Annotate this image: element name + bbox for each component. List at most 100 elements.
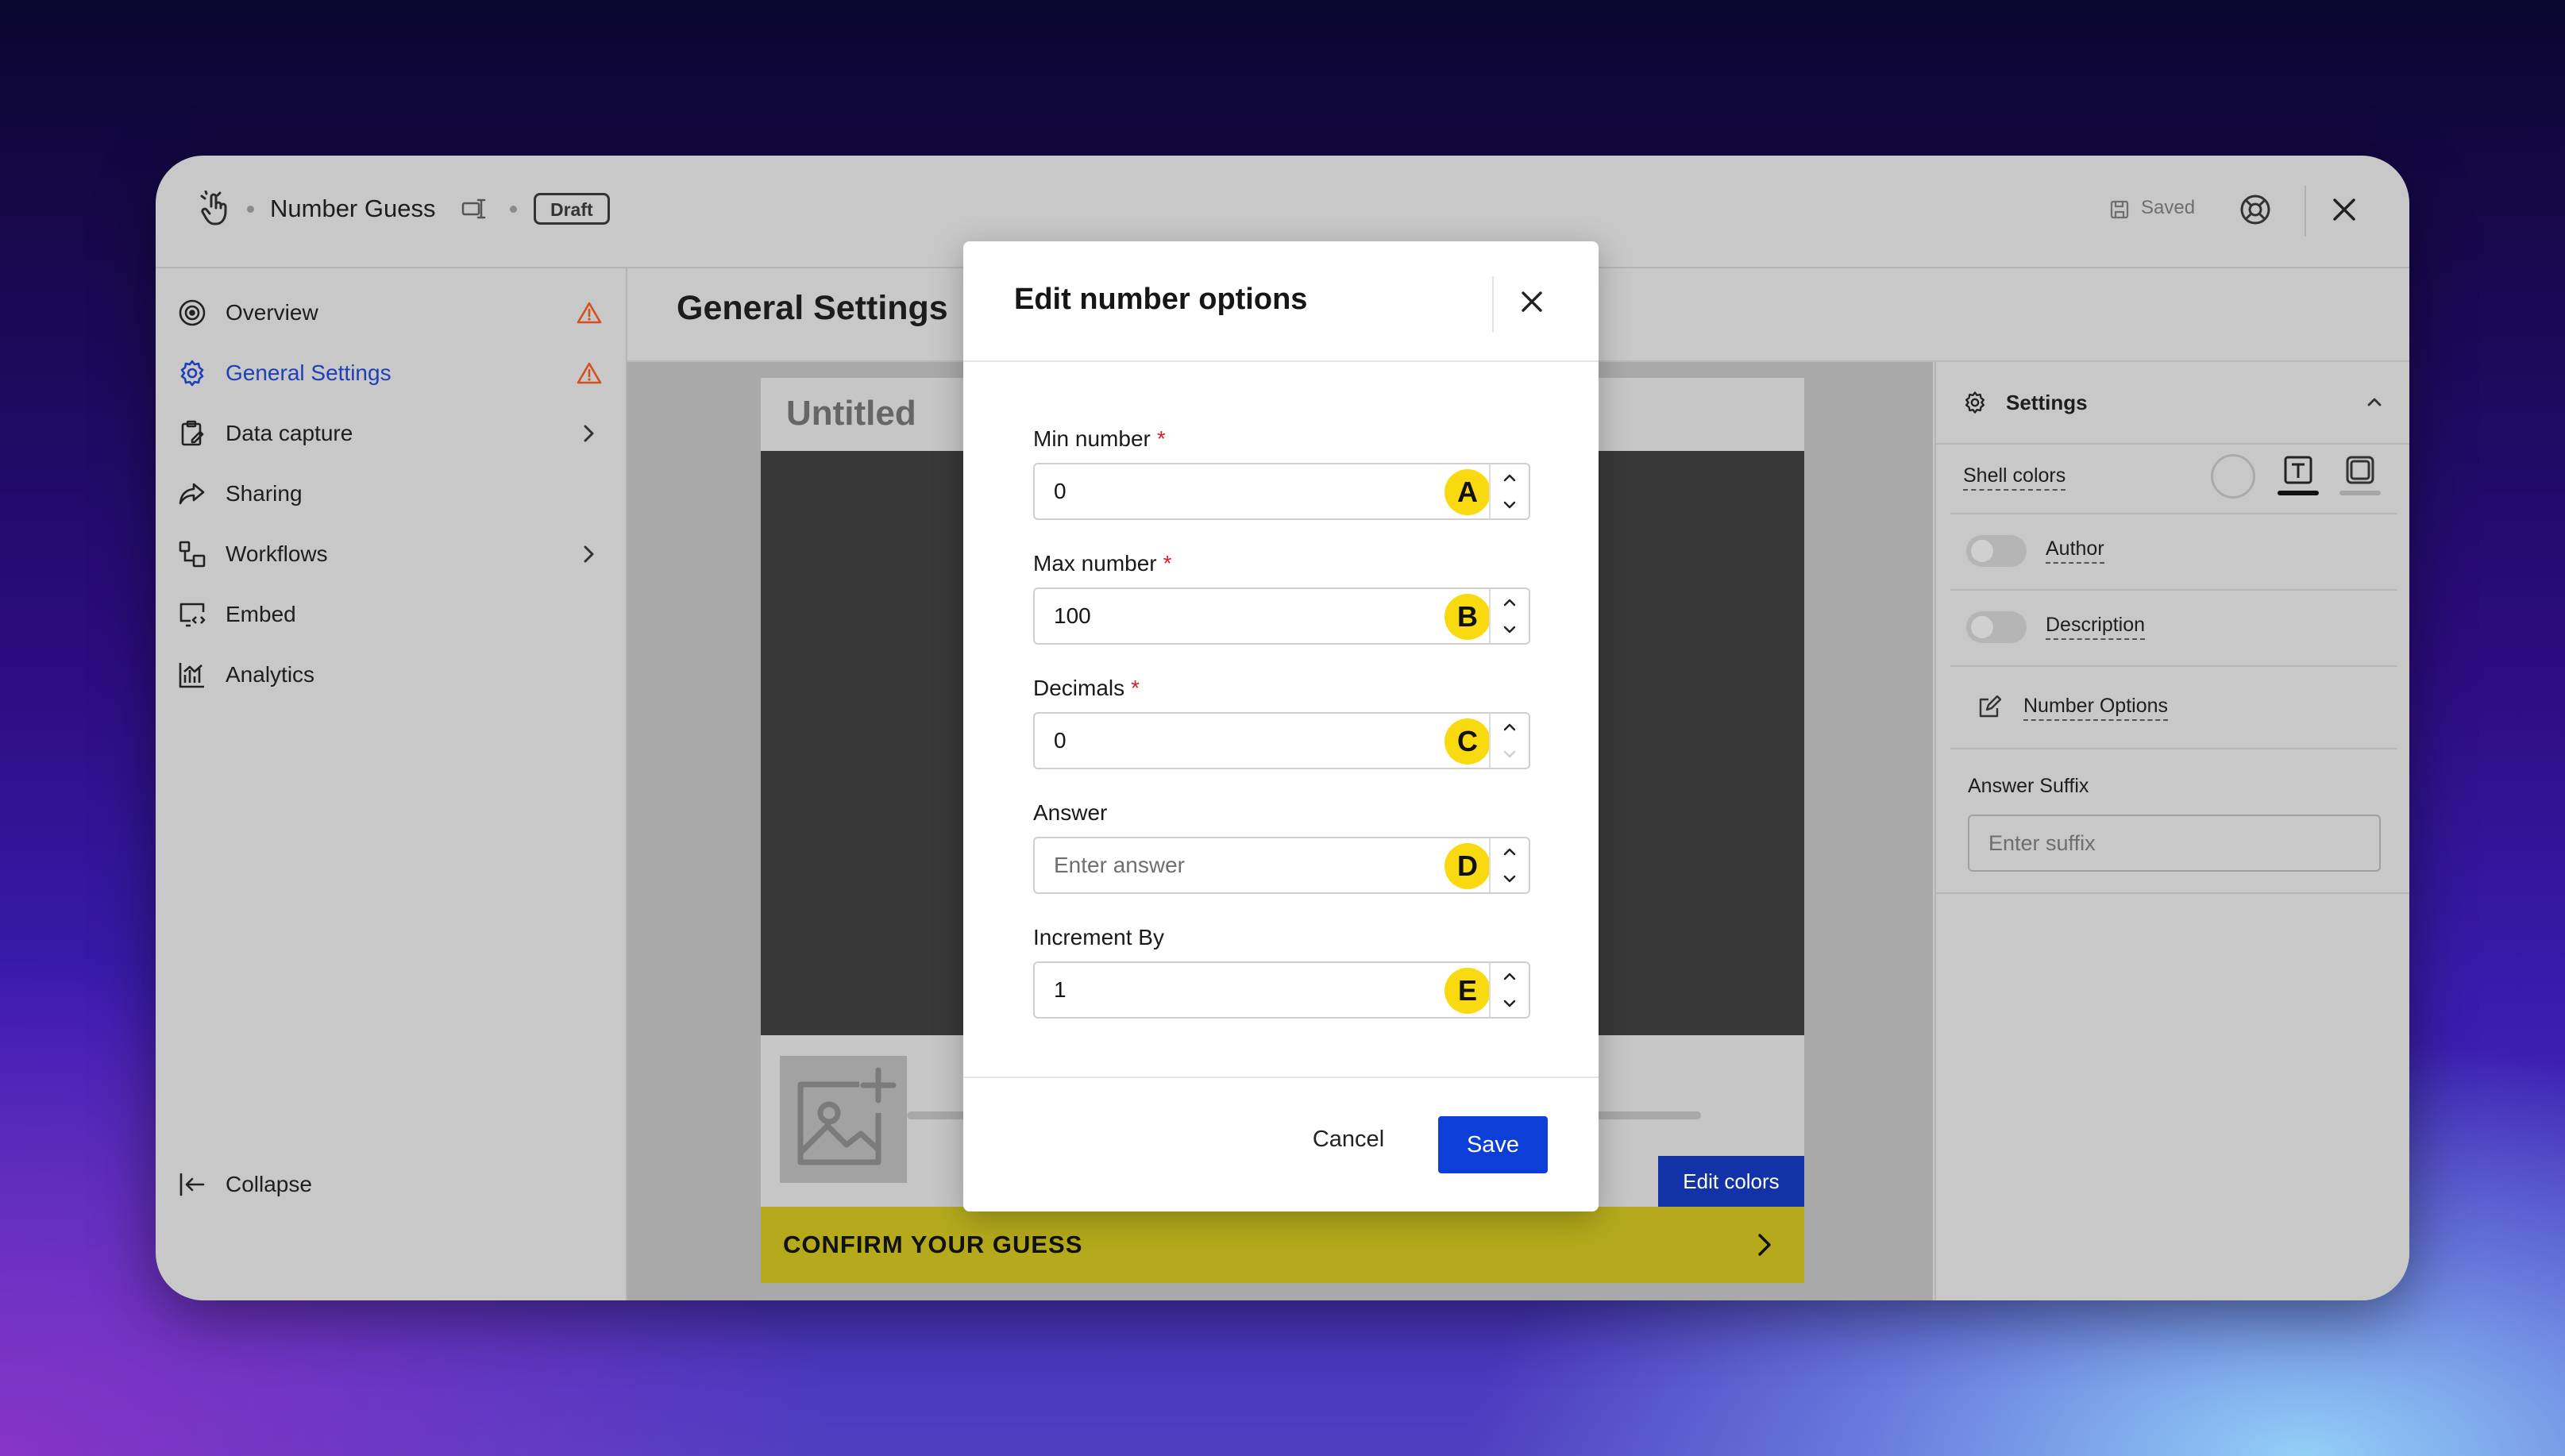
text-color-icon[interactable] [2278, 453, 2319, 497]
chevron-down-icon[interactable] [1491, 616, 1529, 643]
callout-badge: D [1444, 843, 1491, 889]
stepper [1489, 714, 1529, 768]
author-label: Author [2046, 537, 2104, 564]
stepper [1489, 464, 1529, 518]
settings-panel: Settings Shell colors Author Description… [1934, 362, 2409, 1300]
dialog-divider [963, 360, 1599, 362]
sidebar-item-data-capture[interactable]: Data capture [176, 410, 605, 457]
save-button[interactable]: Save [1438, 1116, 1548, 1173]
chevron-up-icon[interactable] [1491, 714, 1529, 741]
preview-title: Untitled [786, 394, 916, 433]
field-label-text: Min number [1033, 426, 1151, 451]
sidebar-item-embed[interactable]: Embed [176, 591, 605, 638]
increment-by-input[interactable] [1054, 977, 1403, 1003]
decimals-label: Decimals * [1033, 676, 1140, 701]
saved-status: Saved [2141, 197, 2196, 218]
callout-badge: C [1444, 718, 1491, 765]
cancel-button[interactable]: Cancel [1289, 1111, 1408, 1168]
chevron-down-icon[interactable] [1491, 990, 1529, 1017]
confirm-guess-button[interactable]: CONFIRM YOUR GUESS [761, 1207, 1804, 1283]
share-icon [176, 478, 208, 510]
answer-suffix-label: Answer Suffix [1968, 775, 2089, 797]
sidebar-item-label: Sharing [226, 481, 303, 506]
chevron-right-icon [573, 538, 605, 570]
settings-header: Settings [2006, 391, 2088, 414]
author-toggle[interactable] [1966, 535, 2027, 567]
separator-dot [510, 206, 517, 213]
decimals-input[interactable] [1054, 728, 1403, 753]
max-number-input[interactable] [1054, 603, 1403, 629]
number-options-label[interactable]: Number Options [2023, 694, 2169, 721]
description-toggle[interactable] [1966, 611, 2027, 643]
sidebar-item-label: General Settings [226, 360, 392, 385]
panel-divider [1950, 748, 2397, 749]
required-marker: * [1163, 551, 1172, 576]
collapse-label: Collapse [226, 1172, 312, 1196]
sidebar-item-label: Embed [226, 602, 296, 626]
decimals-field[interactable]: C [1033, 712, 1530, 769]
help-icon[interactable] [2238, 192, 2273, 227]
sidebar-item-label: Analytics [226, 662, 315, 687]
embed-icon [176, 599, 208, 630]
chevron-up-icon[interactable] [1491, 963, 1529, 990]
close-icon[interactable] [1516, 286, 1548, 318]
field-label-text: Decimals [1033, 676, 1125, 700]
min-number-field[interactable]: A [1033, 463, 1530, 520]
max-number-label: Max number * [1033, 551, 1172, 576]
required-marker: * [1131, 676, 1140, 700]
answer-input[interactable] [1054, 853, 1403, 878]
background-color-icon[interactable] [2339, 453, 2381, 497]
panel-divider [1950, 665, 2397, 667]
save-status-icon [2109, 199, 2130, 220]
sidebar: Overview General Settings Data capture S… [156, 267, 627, 1300]
stepper [1489, 838, 1529, 892]
chevron-down-icon[interactable] [1491, 865, 1529, 892]
chevron-up-icon[interactable] [1491, 589, 1529, 616]
clipboard-icon [176, 418, 208, 449]
required-marker: * [1156, 426, 1166, 451]
gear-icon [176, 357, 208, 389]
chevron-right-icon [1753, 1229, 1776, 1261]
separator-dot [247, 206, 254, 213]
sidebar-item-label: Workflows [226, 541, 328, 566]
workflow-icon [176, 538, 208, 570]
toolbar-divider [2305, 186, 2306, 237]
sidebar-item-overview[interactable]: Overview [176, 289, 605, 337]
field-label-text: Answer [1033, 800, 1108, 825]
chevron-down-icon[interactable] [1491, 491, 1529, 518]
sidebar-item-label: Data capture [226, 421, 353, 445]
answer-field[interactable]: D [1033, 837, 1530, 894]
chevron-up-icon[interactable] [1491, 838, 1529, 865]
sidebar-item-workflows[interactable]: Workflows [176, 530, 605, 578]
rename-icon[interactable] [461, 197, 488, 221]
sidebar-item-general-settings[interactable]: General Settings [176, 349, 605, 397]
increment-by-field[interactable]: E [1033, 961, 1530, 1019]
color-swatch[interactable] [2211, 454, 2255, 499]
add-image-icon[interactable] [780, 1056, 907, 1183]
close-icon[interactable] [2328, 194, 2360, 225]
sidebar-item-analytics[interactable]: Analytics [176, 651, 605, 699]
warning-icon [573, 357, 605, 389]
target-icon [176, 297, 208, 329]
page-title: General Settings [677, 289, 948, 327]
stepper [1489, 963, 1529, 1017]
shell-colors-label: Shell colors [1963, 464, 2066, 491]
edit-pencil-icon[interactable] [1977, 695, 2002, 719]
collapse-left-icon [176, 1169, 208, 1200]
panel-divider [1936, 892, 2409, 894]
max-number-field[interactable]: B [1033, 587, 1530, 645]
chevron-up-icon[interactable] [1491, 464, 1529, 491]
edit-colors-button[interactable]: Edit colors [1658, 1156, 1804, 1207]
min-number-input[interactable] [1054, 479, 1403, 504]
confirm-label: CONFIRM YOUR GUESS [783, 1231, 1083, 1258]
collapse-button[interactable]: Collapse [176, 1169, 312, 1200]
sidebar-item-sharing[interactable]: Sharing [176, 470, 605, 518]
dialog-title: Edit number options [1014, 283, 1308, 316]
chevron-up-icon[interactable] [2363, 392, 2386, 411]
panel-divider [1950, 589, 2397, 591]
callout-badge: E [1444, 968, 1491, 1014]
field-label-text: Increment By [1033, 925, 1164, 949]
answer-suffix-input[interactable]: Enter suffix [1968, 815, 2381, 872]
pointer-hand-icon [199, 190, 233, 229]
edit-number-options-dialog: Edit number options Min number* A Max nu… [963, 241, 1599, 1211]
